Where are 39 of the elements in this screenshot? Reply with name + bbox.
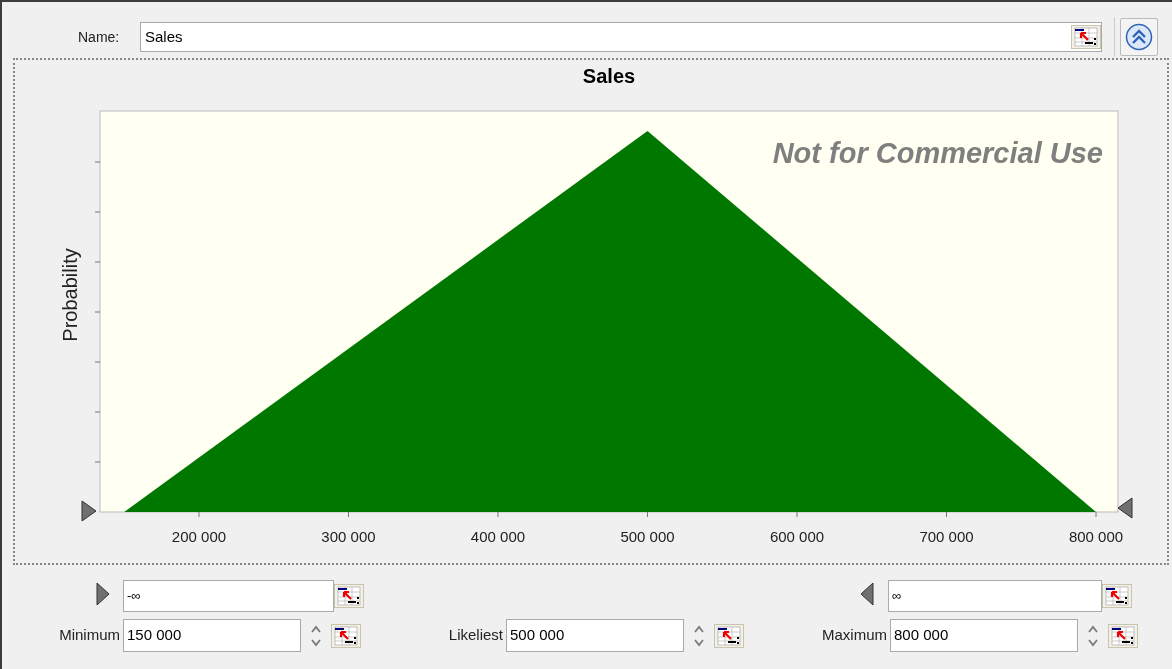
name-label: Name: [78,27,121,47]
upper-bound-handle[interactable] [1117,497,1133,519]
x-tick [946,511,947,518]
double-chevron-up-icon [1125,23,1153,51]
x-tick [348,511,349,518]
cell-reference-icon[interactable] [1071,25,1101,49]
name-field[interactable]: Sales [140,22,1102,52]
collapse-button[interactable] [1120,18,1158,56]
x-tick-label: 200 000 [171,528,227,545]
y-axis-label: Probability [59,248,81,342]
x-tick-label: 600 000 [769,528,825,545]
x-tick-label: 400 000 [470,528,526,545]
parameter-field[interactable]: 150 000 [123,619,301,652]
parameter-field[interactable]: 800 000 [890,619,1078,652]
lower-bound-marker-icon[interactable] [96,582,110,606]
cell-reference-icon[interactable] [1102,584,1132,608]
lower-bound-field[interactable]: -∞ [123,580,334,612]
x-tick [647,511,648,518]
x-tick [1095,511,1097,518]
x-tick [796,511,798,518]
cell-reference-icon[interactable] [334,584,364,608]
x-tick-label: 300 000 [321,528,376,545]
upper-bound-marker-icon[interactable] [860,582,874,606]
parameter-field[interactable]: 500 000 [506,619,684,652]
watermark-text: Not for Commercial Use [772,137,1103,169]
x-tick-label: 500 000 [620,528,675,545]
cell-reference-icon[interactable] [1108,623,1138,648]
chart-title: Sales [582,65,636,87]
x-tick-label: 800 000 [1068,528,1124,545]
lower-bound-handle[interactable] [81,500,97,522]
cell-reference-icon[interactable] [714,623,744,648]
parameter-label: Maximum [821,625,888,646]
parameter-label: Minimum [58,625,121,646]
x-tick [497,511,499,518]
cell-reference-icon[interactable] [331,623,361,648]
upper-bound-field[interactable]: ∞ [888,580,1102,612]
parameter-label: Likeliest [447,625,504,646]
x-tick-label: 700 000 [919,528,974,545]
x-tick [198,511,200,518]
